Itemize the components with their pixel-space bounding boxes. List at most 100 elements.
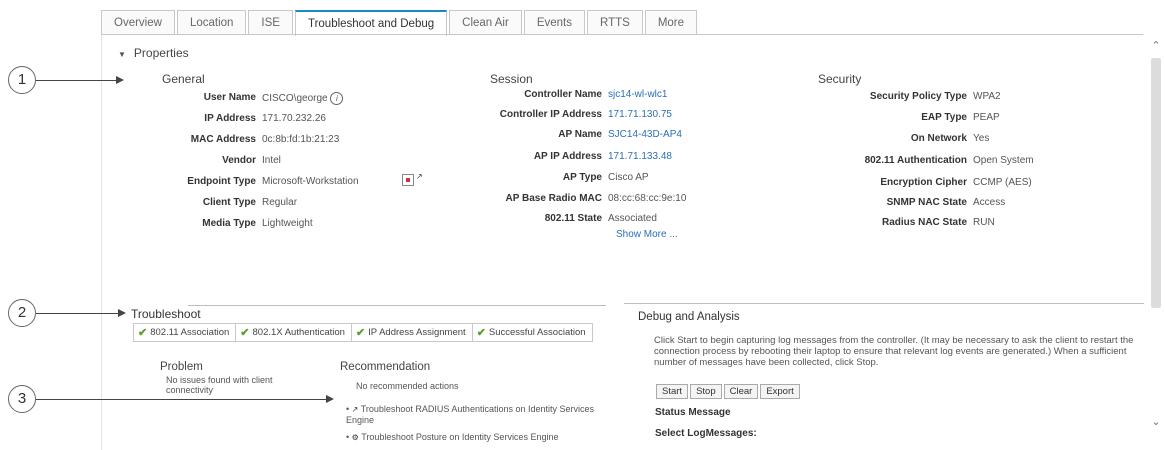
- step-label: IP Address Assignment: [368, 327, 466, 338]
- step-label: 802.11 Association: [150, 327, 230, 338]
- start-button[interactable]: Start: [656, 384, 689, 399]
- step-8021x-authentication[interactable]: ✔ 802.1X Authentication: [236, 324, 352, 341]
- check-icon: ✔: [138, 327, 148, 339]
- ap-name-link[interactable]: SJC14-43D-AP4: [608, 129, 682, 141]
- field-value: Cisco AP: [608, 172, 649, 183]
- endpoint-edit-icon-mark: [406, 178, 410, 182]
- endpoint-edit-icon[interactable]: [402, 174, 414, 186]
- field-label: IP Address: [204, 113, 256, 124]
- callout-1-arrow-line: [36, 80, 116, 81]
- check-icon: ✔: [240, 327, 250, 339]
- problem-text: No issues found with client connectivity: [166, 375, 273, 395]
- debug-title: Debug and Analysis: [638, 311, 740, 323]
- field-label: Security Policy Type: [869, 91, 967, 102]
- status-message-label: Status Message: [655, 407, 731, 418]
- export-button[interactable]: Export: [760, 384, 800, 399]
- field-label: AP Type: [562, 172, 602, 183]
- security-title: Security: [818, 72, 862, 86]
- callout-2-arrow-line: [36, 313, 118, 314]
- tab-events[interactable]: Events: [523, 10, 585, 34]
- callout-3: 3: [8, 385, 36, 413]
- bullet-icon: •: [346, 432, 350, 442]
- link-text: Troubleshoot Posture on Identity Service…: [361, 432, 559, 442]
- field-value: Access: [973, 197, 1006, 208]
- properties-header[interactable]: ▼ Properties: [118, 46, 189, 60]
- field-value: Lightweight: [262, 218, 313, 229]
- stop-button[interactable]: Stop: [690, 384, 722, 399]
- field-label: MAC Address: [190, 134, 256, 145]
- field-value: CCMP (AES): [973, 177, 1032, 188]
- field-value: 08:cc:68:cc:9e:10: [608, 193, 687, 204]
- troubleshoot-title: Troubleshoot: [131, 307, 201, 321]
- controller-name-link[interactable]: sjc14-wl-wlc1: [608, 89, 667, 101]
- recommendation-text: No recommended actions: [356, 381, 459, 391]
- problem-title: Problem: [160, 361, 203, 373]
- field-label: User Name: [203, 92, 256, 103]
- field-label: EAP Type: [921, 112, 967, 123]
- field-label: Media Type: [202, 218, 256, 229]
- external-link-icon[interactable]: ↗: [416, 172, 423, 181]
- callout-3-arrow-line: [36, 399, 326, 400]
- step-successful-association[interactable]: ✔ Successful Association: [473, 324, 592, 341]
- scrollbar[interactable]: ⌃ ⌄: [1148, 38, 1164, 433]
- field-value: Associated: [608, 213, 657, 224]
- field-value: 0c:8b:fd:1b:21:23: [262, 134, 340, 145]
- field-label: Controller IP Address: [499, 109, 602, 120]
- field-label: Controller Name: [524, 89, 602, 100]
- check-icon: ✔: [355, 327, 366, 339]
- recommendation-title: Recommendation: [340, 361, 431, 373]
- ap-ip-link[interactable]: 171.71.133.48: [608, 151, 672, 163]
- controller-ip-link[interactable]: 171.71.130.75: [608, 109, 672, 121]
- field-label: Endpoint Type: [187, 176, 256, 187]
- step-80211-association[interactable]: ✔ 802.11 Association: [134, 324, 237, 341]
- tab-clean-air[interactable]: Clean Air: [449, 10, 522, 34]
- field-label: AP Base Radio MAC: [505, 193, 602, 204]
- scroll-up-icon[interactable]: ⌃: [1150, 40, 1162, 52]
- field-label: 802.11 State: [544, 213, 602, 224]
- field-label: Radius NAC State: [881, 217, 967, 228]
- settings-icon: ⚙: [351, 433, 359, 442]
- field-value: WPA2: [973, 91, 1001, 102]
- debug-description: Click Start to begin capturing log messa…: [654, 335, 1134, 368]
- field-value: Regular: [262, 197, 298, 208]
- properties-title: Properties: [133, 46, 189, 60]
- debug-buttons: Start Stop Clear Export: [656, 384, 800, 399]
- info-icon[interactable]: i: [330, 92, 344, 105]
- recommendation-link-posture[interactable]: • ⚙ Troubleshoot Posture on Identity Ser…: [346, 432, 616, 443]
- callout-2: 2: [8, 299, 36, 327]
- tab-location[interactable]: Location: [176, 10, 247, 34]
- troubleshoot-separator: [188, 305, 606, 306]
- field-value: Microsoft-Workstation: [262, 176, 359, 187]
- select-log-messages-label: Select LogMessages:: [655, 428, 757, 439]
- link-text: Troubleshoot RADIUS Authentications on I…: [346, 404, 595, 425]
- field-label: On Network: [910, 133, 967, 144]
- bullet-icon: •: [346, 404, 350, 414]
- step-label: Successful Association: [488, 327, 586, 338]
- field-label: AP Name: [558, 129, 602, 140]
- tab-troubleshoot-and-debug[interactable]: Troubleshoot and Debug: [294, 10, 448, 36]
- field-value: Yes: [973, 133, 990, 144]
- collapse-triangle-icon[interactable]: ▼: [118, 50, 126, 59]
- recommendation-link-radius[interactable]: • ↗ Troubleshoot RADIUS Authentications …: [346, 404, 616, 426]
- scroll-down-icon[interactable]: ⌄: [1150, 416, 1162, 428]
- tab-bar: Overview Location ISE Troubleshoot and D…: [101, 10, 699, 36]
- user-name-value: CISCO\george: [262, 93, 328, 104]
- field-value: RUN: [973, 217, 995, 228]
- step-ip-address-assignment[interactable]: ✔ IP Address Assignment: [352, 324, 473, 341]
- field-label: Encryption Cipher: [880, 177, 967, 188]
- field-value: Intel: [262, 155, 281, 166]
- scrollbar-thumb[interactable]: [1151, 58, 1161, 308]
- tab-rtts[interactable]: RTTS: [586, 10, 643, 34]
- clear-button[interactable]: Clear: [723, 384, 759, 399]
- callout-3-arrowhead: [326, 395, 334, 403]
- callout-1: 1: [8, 66, 36, 94]
- show-more-link[interactable]: Show More ...: [616, 229, 678, 240]
- field-label: SNMP NAC State: [886, 197, 967, 208]
- tab-overview[interactable]: Overview: [101, 10, 175, 34]
- tab-more[interactable]: More: [644, 10, 698, 34]
- field-label: Client Type: [202, 197, 256, 208]
- session-title: Session: [490, 72, 533, 86]
- tab-ise[interactable]: ISE: [248, 10, 293, 34]
- general-title: General: [162, 72, 205, 86]
- debug-separator: [624, 303, 1144, 304]
